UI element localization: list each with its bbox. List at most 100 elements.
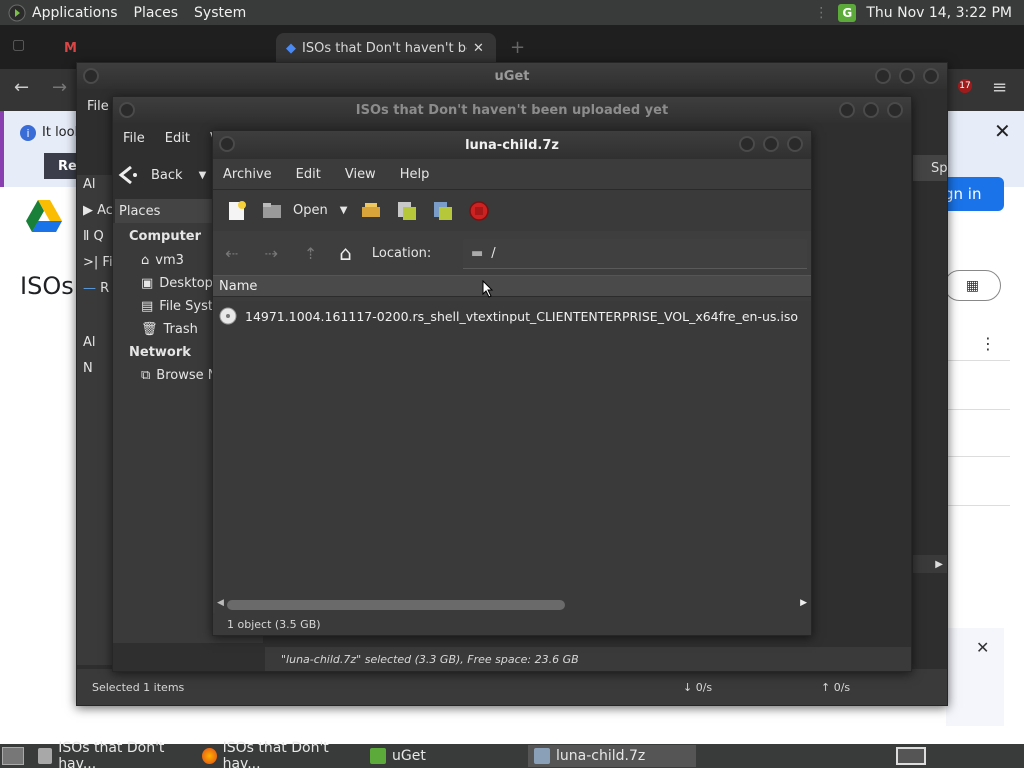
- taskbar-item-archive-manager[interactable]: luna-child.7z: [528, 745, 696, 767]
- extract-icon[interactable]: [359, 199, 383, 223]
- tab-gmail[interactable]: M: [54, 33, 264, 63]
- place-filesystem[interactable]: ▤ File Syst: [141, 299, 213, 314]
- new-tab-icon[interactable]: +: [510, 37, 525, 58]
- uget-category-finished[interactable]: >| Fi: [83, 255, 113, 270]
- window-menu-icon[interactable]: [119, 102, 135, 118]
- taskbar-item-uget[interactable]: uGet: [364, 745, 528, 767]
- maximize-icon[interactable]: [899, 68, 915, 84]
- show-desktop-icon[interactable]: [2, 747, 24, 765]
- location-label: Location:: [371, 245, 432, 261]
- close-icon[interactable]: [787, 136, 803, 152]
- uget-category-active[interactable]: ▶ Ac: [83, 203, 113, 218]
- place-vm3[interactable]: ⌂ vm3: [141, 253, 184, 268]
- place-trash[interactable]: 🗑 Trash: [141, 322, 198, 337]
- network-heading: Network: [129, 345, 191, 360]
- uget-sidebar-item-5: Al: [83, 335, 96, 350]
- nav-back-icon[interactable]: ⇠: [225, 244, 238, 263]
- tab-list-icon[interactable]: ▢: [12, 37, 25, 53]
- place-desktop[interactable]: ▣ Desktop: [141, 276, 213, 291]
- clock[interactable]: Thu Nov 14, 3:22 PM: [866, 5, 1012, 21]
- uget-category-queued[interactable]: Ⅱ Q: [83, 229, 104, 244]
- places-menu[interactable]: Places: [126, 5, 187, 21]
- scrollbar-thumb[interactable]: [227, 600, 565, 610]
- uget-menu-file[interactable]: File: [87, 99, 109, 114]
- close-tab-icon[interactable]: ✕: [473, 41, 484, 56]
- scroll-left-icon[interactable]: ◀: [217, 598, 224, 608]
- divider: [948, 409, 1010, 410]
- menu-help[interactable]: Help: [400, 167, 430, 182]
- archive-file-list: 14971.1004.161117-0200.rs_shell_vtextinp…: [215, 301, 811, 601]
- uget-column-header-fragment[interactable]: Sp: [913, 155, 948, 181]
- uget-sidebar-item-2: Q: [93, 229, 104, 244]
- place-vm3-label: vm3: [155, 253, 184, 268]
- uget-icon: [370, 748, 386, 764]
- system-menu-label: System: [194, 4, 247, 21]
- minimize-icon[interactable]: [875, 68, 891, 84]
- tab-isos[interactable]: ◆ ISOs that Don't haven't bee ✕: [276, 33, 496, 63]
- menu-edit[interactable]: Edit: [296, 167, 321, 182]
- open-button[interactable]: Open: [261, 201, 328, 221]
- name-column-header[interactable]: Name: [213, 275, 811, 297]
- add-files-icon[interactable]: [395, 199, 419, 223]
- uget-category-all-2[interactable]: Al: [83, 335, 96, 350]
- nav-up-icon[interactable]: ⇡: [304, 244, 317, 263]
- hamburger-menu-icon[interactable]: ≡: [992, 77, 1007, 98]
- download-speed-value: 0/s: [695, 680, 713, 694]
- infobar-close-icon[interactable]: ✕: [994, 119, 1011, 143]
- mouse-cursor-icon: [482, 280, 494, 298]
- menu-file[interactable]: File: [123, 131, 145, 146]
- taskbar-item-file-manager[interactable]: ISOs that Don't hav...: [32, 740, 196, 768]
- maximize-icon[interactable]: [863, 102, 879, 118]
- folder-icon: ▬: [471, 246, 484, 261]
- open-dropdown-icon[interactable]: ▼: [340, 205, 348, 216]
- minimize-icon[interactable]: [739, 136, 755, 152]
- forward-icon[interactable]: →: [52, 77, 67, 98]
- window-menu-icon[interactable]: [219, 136, 235, 152]
- uget-scroll-right-icon[interactable]: ▶: [913, 555, 947, 573]
- close-icon[interactable]: [887, 102, 903, 118]
- add-folder-icon[interactable]: [431, 199, 455, 223]
- taskbar-item-firefox[interactable]: ISOs that Don't hav...: [196, 740, 364, 768]
- stop-icon[interactable]: [467, 199, 491, 223]
- menu-edit[interactable]: Edit: [165, 131, 190, 146]
- place-filesystem-label: File Syst: [159, 299, 213, 314]
- system-menu[interactable]: System: [186, 5, 254, 21]
- grid-view-button[interactable]: ▦: [944, 270, 1001, 301]
- new-archive-icon[interactable]: [225, 199, 249, 223]
- back-icon[interactable]: ←: [14, 77, 29, 98]
- uget-category-all[interactable]: Al: [83, 177, 96, 192]
- uget-category-recycled[interactable]: — R: [83, 281, 109, 296]
- uget-category-new[interactable]: N: [83, 361, 93, 376]
- window-menu-icon[interactable]: [83, 68, 99, 84]
- place-browse-network[interactable]: ⧉ Browse N: [141, 368, 218, 383]
- more-options-icon[interactable]: ⋮: [980, 334, 996, 353]
- notification-close-icon[interactable]: ✕: [976, 638, 989, 657]
- workspace-switcher[interactable]: [896, 747, 926, 765]
- menu-archive[interactable]: Archive: [223, 167, 272, 182]
- uget-tray-icon[interactable]: G: [838, 3, 857, 22]
- back-button[interactable]: Back ▼: [117, 159, 206, 191]
- nav-forward-icon[interactable]: ⇢: [264, 244, 277, 263]
- taskbar-item-label: uGet: [392, 748, 426, 764]
- back-dropdown-icon[interactable]: ▼: [199, 170, 207, 181]
- horizontal-scrollbar[interactable]: ◀ ▶: [215, 597, 811, 613]
- scroll-right-icon[interactable]: ▶: [800, 598, 807, 608]
- close-icon[interactable]: [923, 68, 939, 84]
- minimize-icon[interactable]: [839, 102, 855, 118]
- notification-panel: ✕: [946, 628, 1004, 726]
- distro-logo-icon: [8, 4, 26, 21]
- list-item[interactable]: 14971.1004.161117-0200.rs_shell_vtextinp…: [215, 301, 811, 331]
- menu-view[interactable]: View: [345, 167, 376, 182]
- maximize-icon[interactable]: [763, 136, 779, 152]
- name-column-label: Name: [219, 278, 258, 294]
- applications-menu[interactable]: Applications: [0, 4, 126, 22]
- file-manager-title: ISOs that Don't haven't been uploaded ye…: [355, 102, 669, 118]
- ublock-icon[interactable]: 17: [958, 79, 972, 93]
- uget-title: uGet: [494, 68, 530, 84]
- sign-in-button[interactable]: gn in: [940, 177, 1004, 211]
- nav-home-icon[interactable]: ⌂: [339, 241, 352, 265]
- computer-heading: Computer: [129, 229, 202, 244]
- place-desktop-label: Desktop: [159, 276, 213, 291]
- location-field[interactable]: ▬ /: [463, 239, 807, 269]
- uget-sidebar-item-4: R: [100, 281, 110, 296]
